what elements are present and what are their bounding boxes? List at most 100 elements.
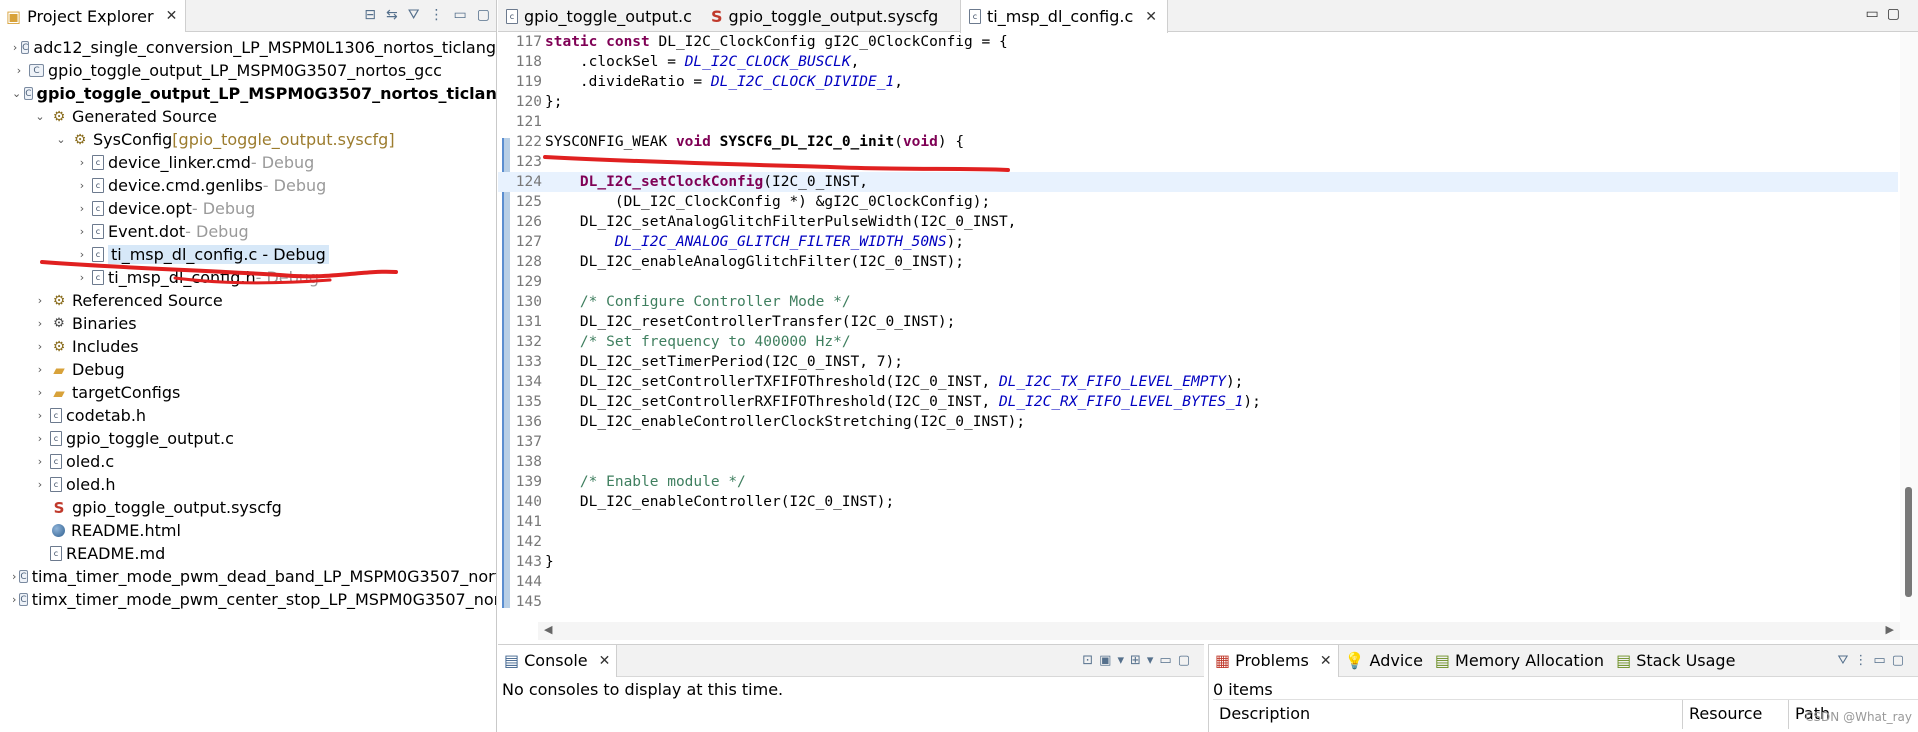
- tree-item[interactable]: › c ti_msp_dl_config.h - Debug: [0, 266, 496, 289]
- tab-problems[interactable]: ▦ Problems ✕: [1209, 644, 1339, 677]
- chevron-right-icon[interactable]: ›: [12, 41, 18, 54]
- tree-item[interactable]: › ⚙ Referenced Source: [0, 289, 496, 312]
- chevron-right-icon[interactable]: ›: [75, 225, 89, 238]
- tree-item[interactable]: ⌄ ⚙ Generated Source: [0, 105, 496, 128]
- minimize-icon[interactable]: ▭: [1159, 653, 1177, 668]
- code-line[interactable]: 141: [498, 512, 1898, 532]
- code-line[interactable]: 119 .divideRatio = DL_I2C_CLOCK_DIVIDE_1…: [498, 72, 1898, 92]
- tree-item[interactable]: › Cadc12_single_conversion_LP_MSPM0L1306_…: [0, 36, 496, 59]
- code-line[interactable]: 121: [498, 112, 1898, 132]
- pin-console-icon[interactable]: ⊡: [1082, 653, 1099, 668]
- close-icon[interactable]: ✕: [166, 8, 178, 24]
- tree-item[interactable]: › c codetab.h: [0, 404, 496, 427]
- code-line[interactable]: 138: [498, 452, 1898, 472]
- code-line[interactable]: 122 SYSCONFIG_WEAK void SYSCFG_DL_I2C_0_i…: [498, 132, 1898, 152]
- tab-console[interactable]: ▤ Console ✕: [498, 644, 618, 677]
- tree-item[interactable]: README.html: [0, 519, 496, 542]
- tree-item[interactable]: › c ti_msp_dl_config.c - Debug: [0, 243, 496, 266]
- chevron-right-icon[interactable]: ›: [12, 593, 16, 606]
- maximize-icon[interactable]: ▢: [1178, 653, 1196, 668]
- code-line[interactable]: 125 (DL_I2C_ClockConfig *) &gI2C_0ClockC…: [498, 192, 1898, 212]
- chevron-right-icon[interactable]: ›: [75, 248, 89, 261]
- chevron-right-icon[interactable]: ›: [33, 363, 47, 376]
- tree-item[interactable]: › c device_linker.cmd - Debug: [0, 151, 496, 174]
- code-line[interactable]: 144: [498, 572, 1898, 592]
- chevron-right-icon[interactable]: ›: [12, 64, 26, 77]
- code-line[interactable]: 133 DL_I2C_setTimerPeriod(I2C_0_INST, 7)…: [498, 352, 1898, 372]
- tab-project-explorer[interactable]: ▣ Project Explorer ✕: [0, 0, 187, 32]
- chevron-right-icon[interactable]: ›: [75, 202, 89, 215]
- code-line[interactable]: 127 DL_I2C_ANALOG_GLITCH_FILTER_WIDTH_50…: [498, 232, 1898, 252]
- code-line[interactable]: 140 DL_I2C_enableController(I2C_0_INST);: [498, 492, 1898, 512]
- code-line[interactable]: 120};: [498, 92, 1898, 112]
- maximize-icon[interactable]: ▢: [477, 7, 490, 23]
- chevron-right-icon[interactable]: ›: [75, 179, 89, 192]
- tree-item[interactable]: › c oled.h: [0, 473, 496, 496]
- column-resource[interactable]: Resource: [1683, 700, 1789, 729]
- code-line[interactable]: 135 DL_I2C_setControllerRXFIFOThreshold(…: [498, 392, 1898, 412]
- tab-stack-usage[interactable]: ▤ Stack Usage: [1610, 645, 1741, 677]
- tree-item[interactable]: c README.md: [0, 542, 496, 565]
- tab-gpio-toggle-output-c[interactable]: c gpio_toggle_output.c: [498, 0, 702, 32]
- tab-gpio-toggle-output-syscfg[interactable]: S gpio_toggle_output.syscfg: [703, 0, 948, 32]
- chevron-down-icon[interactable]: ⌄: [12, 87, 21, 100]
- filter-icon[interactable]: ⛛: [408, 7, 420, 23]
- tree-item[interactable]: › ▰ Debug: [0, 358, 496, 381]
- maximize-icon[interactable]: ▢: [1892, 653, 1910, 668]
- tree-item[interactable]: › Ctimx_timer_mode_pwm_center_stop_LP_MSP…: [0, 588, 496, 611]
- view-menu-icon[interactable]: ⋮: [430, 7, 444, 23]
- code-line[interactable]: 134 DL_I2C_setControllerTXFIFOThreshold(…: [498, 372, 1898, 392]
- code-line[interactable]: 131 DL_I2C_resetControllerTransfer(I2C_0…: [498, 312, 1898, 332]
- chevron-right-icon[interactable]: ›: [33, 340, 47, 353]
- code-line[interactable]: 143}: [498, 552, 1898, 572]
- tab-advice[interactable]: 💡 Advice: [1339, 645, 1429, 677]
- close-icon[interactable]: ✕: [599, 653, 611, 669]
- tab-memory-allocation[interactable]: ▤ Memory Allocation: [1429, 645, 1610, 677]
- chevron-right-icon[interactable]: ›: [33, 455, 47, 468]
- chevron-right-icon[interactable]: ›: [33, 294, 47, 307]
- scroll-left-icon[interactable]: ◀: [544, 623, 552, 636]
- code-text-area[interactable]: 117 static const DL_I2C_ClockConfig gI2C_…: [498, 32, 1918, 622]
- tree-item[interactable]: ⌄ ⚙ SysConfig [gpio_toggle_output.syscfg]: [0, 128, 496, 151]
- code-line[interactable]: 123: [498, 152, 1898, 172]
- chevron-right-icon[interactable]: ›: [75, 156, 89, 169]
- scroll-thumb[interactable]: [1905, 487, 1912, 597]
- horizontal-scrollbar[interactable]: ◀ ▶: [538, 622, 1900, 640]
- tree-item[interactable]: › ⚙ Includes: [0, 335, 496, 358]
- minimize-icon[interactable]: ▭: [454, 7, 467, 23]
- open-console-icon[interactable]: ⊞▾: [1130, 653, 1159, 668]
- tree-item[interactable]: › Cgpio_toggle_output_LP_MSPM0G3507_norto…: [0, 59, 496, 82]
- chevron-right-icon[interactable]: ›: [75, 271, 89, 284]
- code-line[interactable]: 126 DL_I2C_setAnalogGlitchFilterPulseWid…: [498, 212, 1898, 232]
- tree-item[interactable]: › ⚙ Binaries: [0, 312, 496, 335]
- tree-item[interactable]: ⌄ Cgpio_toggle_output_LP_MSPM0G3507_norto…: [0, 82, 496, 105]
- link-editor-icon[interactable]: ⇆: [386, 7, 398, 23]
- filter-icon[interactable]: ⛛: [1837, 653, 1854, 668]
- tree-item[interactable]: › c gpio_toggle_output.c: [0, 427, 496, 450]
- tree-item[interactable]: Sgpio_toggle_output.syscfg: [0, 496, 496, 519]
- code-line[interactable]: 136 DL_I2C_enableControllerClockStretchi…: [498, 412, 1898, 432]
- chevron-right-icon[interactable]: ›: [12, 570, 16, 583]
- code-line[interactable]: 130 /* Configure Controller Mode */: [498, 292, 1898, 312]
- tab-ti-msp-dl-config-c[interactable]: c ti_msp_dl_config.c ✕: [960, 0, 1168, 33]
- code-line[interactable]: 129: [498, 272, 1898, 292]
- view-menu-icon[interactable]: ⋮: [1854, 653, 1873, 668]
- tree-item[interactable]: › c oled.c: [0, 450, 496, 473]
- vertical-scrollbar[interactable]: [1900, 32, 1918, 640]
- code-line[interactable]: 137: [498, 432, 1898, 452]
- tree-item[interactable]: › c Event.dot - Debug: [0, 220, 496, 243]
- maximize-icon[interactable]: ▢: [1887, 6, 1908, 22]
- column-description[interactable]: Description: [1213, 700, 1683, 729]
- code-line[interactable]: 128 DL_I2C_enableAnalogGlitchFilter(I2C_…: [498, 252, 1898, 272]
- code-line[interactable]: 117 static const DL_I2C_ClockConfig gI2C_…: [498, 32, 1898, 52]
- tree-item[interactable]: › c device.opt - Debug: [0, 197, 496, 220]
- minimize-icon[interactable]: ▭: [1866, 6, 1887, 22]
- chevron-down-icon[interactable]: ⌄: [54, 133, 68, 146]
- minimize-icon[interactable]: ▭: [1873, 653, 1891, 668]
- tree-item[interactable]: › c device.cmd.genlibs - Debug: [0, 174, 496, 197]
- code-line[interactable]: 124 DL_I2C_setClockConfig(I2C_0_INST,: [498, 172, 1898, 192]
- chevron-down-icon[interactable]: ⌄: [33, 110, 47, 123]
- chevron-right-icon[interactable]: ›: [33, 478, 47, 491]
- collapse-all-icon[interactable]: ⊟: [364, 7, 376, 23]
- code-line[interactable]: 145: [498, 592, 1898, 612]
